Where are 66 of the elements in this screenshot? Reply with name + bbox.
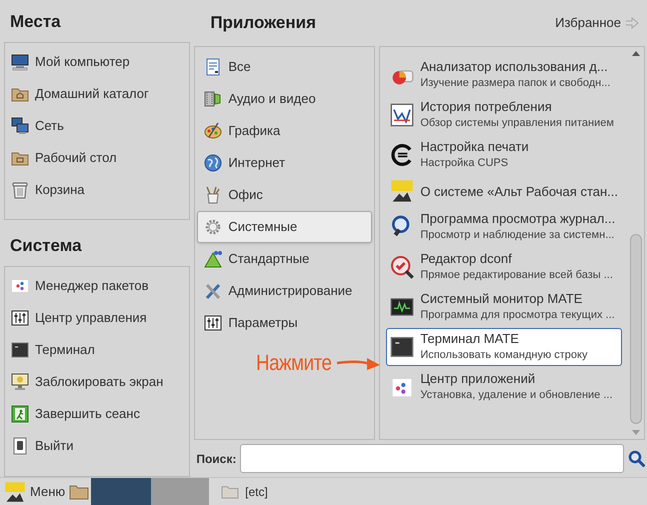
folder-icon <box>221 484 240 499</box>
search-label: Поиск: <box>196 450 236 468</box>
app-item[interactable]: Редактор dconf Прямое редактирование всей базы ... <box>386 248 622 286</box>
monitor-icon <box>11 52 29 70</box>
category-item[interactable]: Системные <box>197 211 372 243</box>
list-item[interactable]: Менеджер пакетов <box>5 270 190 302</box>
terminal-icon <box>390 335 414 359</box>
list-item[interactable]: Сеть <box>5 110 190 142</box>
app-item[interactable]: Терминал MATE Использовать командную строку <box>386 328 622 366</box>
list-item[interactable]: Центр управления <box>5 302 190 334</box>
section-title: Места <box>9 11 62 33</box>
scroll-up-icon[interactable] <box>632 51 640 56</box>
app-item[interactable]: Центр приложений Установка, удаление и обновление ... <box>386 368 622 406</box>
network-icon <box>11 116 29 134</box>
scrollbar-thumb[interactable] <box>630 234 642 424</box>
menu-button[interactable]: Меню <box>0 478 70 505</box>
control-panel-icon <box>11 308 29 327</box>
power-icon <box>11 436 29 455</box>
film-icon <box>204 90 222 108</box>
gear-icon <box>204 218 222 236</box>
list-item[interactable]: Терминал <box>5 334 190 366</box>
list-item[interactable]: Заблокировать экран <box>5 366 190 398</box>
logo-icon <box>390 179 414 203</box>
app-item[interactable]: Системный монитор MATE Программа для просмотра текущих ... <box>386 288 622 326</box>
category-item[interactable]: Администрирование <box>197 275 372 307</box>
palette-icon <box>204 122 222 140</box>
section-title: Система <box>9 235 83 258</box>
category-item[interactable]: Параметры <box>197 307 372 339</box>
search-field[interactable] <box>240 444 624 473</box>
category-item[interactable]: Графика <box>197 115 372 147</box>
terminal-icon <box>11 340 29 359</box>
logo-icon <box>4 480 26 502</box>
folder-icon[interactable] <box>69 483 90 500</box>
app-item[interactable]: Анализатор использования д... Изучение размера папок и свободн... <box>386 56 622 94</box>
list-item[interactable]: Мой компьютер <box>5 46 190 78</box>
list-item[interactable]: Выйти <box>5 430 190 462</box>
magnifier-icon <box>390 255 414 279</box>
app-item[interactable]: Программа просмотра журнал... Просмотр и наблюдение за системн... <box>386 208 622 246</box>
list-item[interactable]: Завершить сеанс <box>5 398 190 430</box>
trash-icon <box>11 180 29 198</box>
section-title: Приложения <box>210 12 316 34</box>
monitor-icon <box>11 372 29 391</box>
list-item[interactable]: Рабочий стол <box>5 142 190 174</box>
app-item[interactable]: Настройка печати Настройка CUPS <box>386 136 622 174</box>
list-item[interactable]: Корзина <box>5 174 190 206</box>
app-item[interactable]: История потребления Обзор системы управления питанием <box>386 96 622 134</box>
control-panel-icon <box>204 314 222 332</box>
category-item[interactable]: Стандартные <box>197 243 372 275</box>
exit-icon <box>11 404 29 423</box>
category-item[interactable]: Офис <box>197 179 372 211</box>
tools-icon <box>204 282 222 300</box>
category-item[interactable]: Интернет <box>197 147 372 179</box>
document-icon <box>204 58 222 76</box>
list-item[interactable]: Домашний каталог <box>5 78 190 110</box>
taskbar-window-button[interactable]: [etc] <box>215 478 268 505</box>
category-item[interactable]: Аудио и видео <box>197 83 372 115</box>
annotation-text: Нажмите <box>256 349 332 377</box>
globe-icon <box>204 154 222 172</box>
favorites-button[interactable]: Избранное <box>555 13 639 33</box>
app-item[interactable]: О системе «Альт Рабочая стан... <box>386 176 622 206</box>
category-item[interactable]: Все <box>197 51 372 83</box>
chart-icon <box>390 103 414 127</box>
scroll-down-icon[interactable] <box>632 430 640 435</box>
pencil-cup-icon <box>204 186 222 204</box>
search-icon[interactable] <box>628 450 645 467</box>
desktop-preview[interactable] <box>151 478 210 505</box>
